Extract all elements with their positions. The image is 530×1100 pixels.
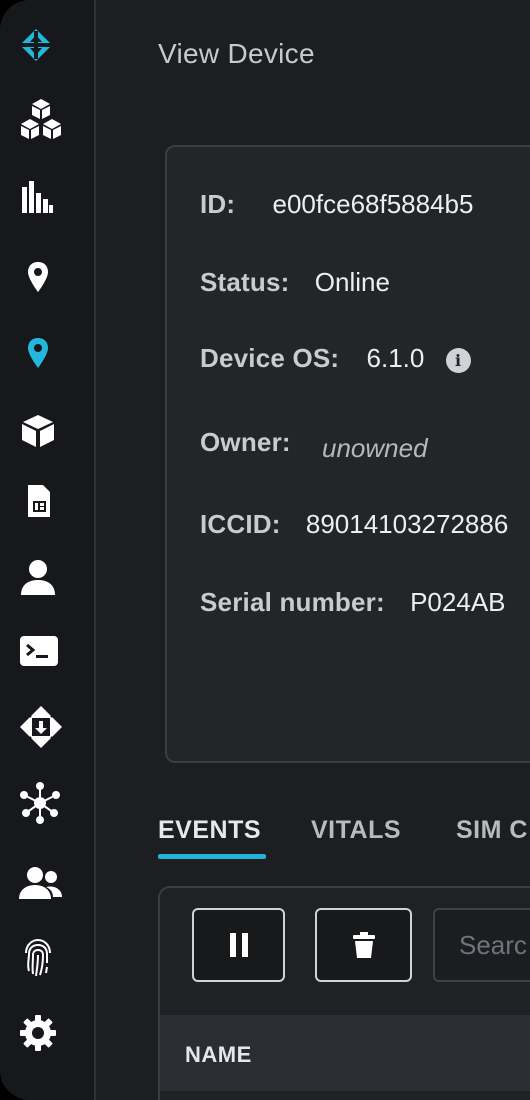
iccid-row: ICCID: 89014103272886: [200, 509, 508, 540]
device-id-value[interactable]: e00fce68f5884b5: [273, 189, 474, 219]
bar-chart-icon[interactable]: [18, 172, 98, 222]
sim-card-icon[interactable]: [18, 476, 98, 526]
products-cubes-icon[interactable]: [18, 94, 98, 144]
search-input[interactable]: [435, 910, 530, 980]
serial-number-value[interactable]: P024AB: [410, 587, 505, 617]
info-icon[interactable]: i: [445, 347, 471, 373]
device-os-label: Device OS:: [200, 343, 340, 373]
search-field[interactable]: [433, 908, 530, 982]
events-table-header: NAME: [160, 1015, 530, 1091]
serial-number-label: Serial number:: [200, 587, 385, 617]
status-row: Status: Online: [200, 267, 390, 298]
tab-sim[interactable]: SIM C: [456, 816, 528, 845]
owner-value: unowned: [322, 433, 428, 463]
device-details-card: ID: e00fce68f5884b5 Status: Online Devic…: [165, 145, 530, 763]
team-icon[interactable]: [18, 858, 98, 908]
tab-vitals[interactable]: VITALS: [311, 816, 401, 845]
chip-download-icon[interactable]: [18, 702, 98, 752]
iccid-value[interactable]: 89014103272886: [306, 509, 508, 539]
device-id-label: ID:: [200, 189, 236, 219]
cube-icon[interactable]: [18, 406, 98, 456]
sidebar: [0, 0, 96, 1100]
status-value: Online: [314, 267, 390, 297]
fingerprint-icon[interactable]: [18, 932, 98, 982]
clear-events-button[interactable]: [315, 908, 412, 982]
page-title: View Device: [158, 38, 315, 69]
trash-icon: [352, 932, 375, 958]
column-header-name[interactable]: NAME: [185, 1042, 252, 1068]
owner-label: Owner:: [200, 427, 291, 457]
device-id-row: ID: e00fce68f5884b5: [200, 189, 473, 220]
gear-icon[interactable]: [18, 1008, 98, 1058]
active-tab-indicator: [158, 854, 266, 859]
iccid-label: ICCID:: [200, 509, 281, 539]
location-pin-active-icon[interactable]: [18, 328, 98, 378]
status-label: Status:: [200, 267, 290, 297]
pause-button[interactable]: [192, 908, 285, 982]
serial-number-row: Serial number: P024AB: [200, 587, 506, 618]
brand-logo-icon[interactable]: [18, 20, 98, 70]
device-os-value: 6.1.0: [366, 343, 425, 373]
pause-icon: [229, 933, 248, 957]
user-icon[interactable]: [18, 552, 98, 602]
owner-row: Owner: unowned: [200, 427, 428, 463]
terminal-icon[interactable]: [18, 626, 98, 676]
network-nodes-icon[interactable]: [18, 778, 98, 828]
location-pin-icon[interactable]: [18, 252, 98, 302]
tab-events[interactable]: EVENTS: [158, 816, 261, 845]
device-os-row: Device OS: 6.1.0 i: [200, 343, 471, 374]
app-window: View Device ID: e00fce68f5884b5 Status: …: [0, 0, 530, 1100]
